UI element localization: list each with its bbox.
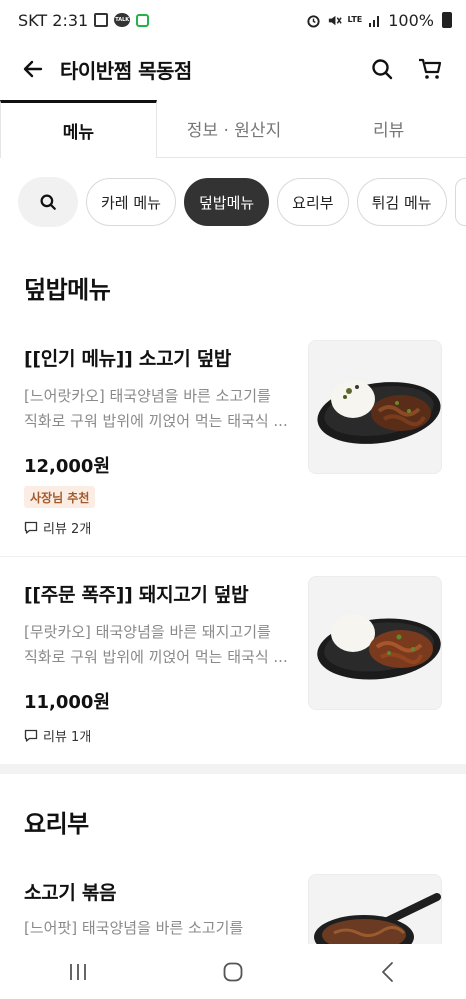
item-description: [느어팟] 태국양념을 바른 소고기를	[24, 919, 244, 937]
owner-recommend-badge: 사장님 추천	[24, 486, 96, 508]
system-nav-bar	[0, 944, 466, 999]
item-description: [무랏카오] 태국양념을 바른 돼지고기를 직화로 구워 밥위에 끼얹어 먹는 …	[24, 623, 288, 666]
section-divider	[0, 764, 466, 774]
gallery-notification-icon	[94, 13, 109, 27]
category-chips: 카레 메뉴 덮밥메뉴 요리부 튀김 메뉴	[18, 177, 466, 227]
chip-more[interactable]	[454, 178, 466, 226]
home-icon	[223, 962, 243, 981]
item-price: 11,000원	[24, 692, 111, 713]
item-price: 12,000원	[24, 456, 111, 477]
menu-item[interactable]: 소고기 볶음 [느어팟] 태국양념을 바른 소고기를	[0, 864, 466, 944]
menu-item[interactable]: [[주문 폭주]] 돼지고기 덮밥 [무랏카오] 태국양념을 바른 돼지고기를 …	[0, 566, 466, 762]
chevron-left-icon	[382, 961, 394, 982]
menu-item[interactable]: [[인기 메뉴]] 소고기 덮밥 [느어랏카오] 태국양념을 바른 소고기를 직…	[0, 330, 466, 556]
review-count: 리뷰 2개	[24, 518, 91, 537]
review-count: 리뷰 1개	[24, 726, 91, 745]
tab-menu[interactable]: 메뉴	[0, 100, 157, 158]
status-bar: SKT 2:31 TALK LTE 100%	[0, 0, 466, 40]
chip-dishes[interactable]: 요리부	[277, 178, 349, 226]
signal-icon	[369, 16, 380, 27]
home-button[interactable]	[203, 952, 263, 992]
mute-icon	[328, 15, 342, 25]
battery-icon	[442, 12, 452, 28]
divider	[0, 556, 466, 557]
section-title: 덮밥메뉴	[24, 276, 111, 304]
search-button[interactable]	[364, 51, 400, 87]
item-photo	[308, 576, 442, 710]
page-title: 타이반쩜 목동점	[60, 58, 192, 83]
item-name: [[인기 메뉴]] 소고기 덮밥	[24, 348, 232, 370]
recent-apps-button[interactable]	[48, 952, 108, 992]
recent-apps-icon	[69, 963, 86, 980]
item-name: [[주문 폭주]] 돼지고기 덮밥	[24, 584, 249, 606]
tab-bar: 메뉴 정보 · 원산지 리뷰	[0, 100, 466, 158]
section-title: 요리부	[24, 810, 89, 838]
menu-search-button[interactable]	[18, 177, 78, 227]
search-icon	[40, 194, 56, 210]
chip-curry-menu[interactable]: 카레 메뉴	[86, 178, 176, 226]
item-description: [느어랏카오] 태국양념을 바른 소고기를 직화로 구워 밥위에 끼얹어 먹는 …	[24, 387, 288, 430]
tab-reviews[interactable]: 리뷰	[311, 100, 466, 157]
item-name: 소고기 볶음	[24, 882, 117, 904]
kakaotalk-notification-icon: TALK	[114, 13, 131, 27]
app-notification-icon	[136, 13, 150, 27]
back-button[interactable]	[18, 54, 48, 84]
cart-button[interactable]	[412, 51, 448, 87]
battery-percent: 100%	[388, 10, 434, 30]
tab-info-origin[interactable]: 정보 · 원산지	[157, 100, 312, 157]
system-back-button[interactable]	[358, 952, 418, 992]
item-photo	[308, 340, 442, 474]
arrow-left-icon	[23, 60, 43, 78]
top-app-bar: 타이반쩜 목동점	[0, 40, 466, 98]
item-photo	[308, 874, 442, 944]
chip-rice-bowl-menu[interactable]: 덮밥메뉴	[183, 178, 270, 226]
search-icon	[372, 59, 393, 80]
network-type: LTE	[347, 15, 363, 24]
comment-icon	[24, 521, 38, 534]
comment-icon	[24, 729, 38, 742]
status-carrier-time: SKT 2:31	[18, 10, 89, 30]
chip-fried-menu[interactable]: 튀김 메뉴	[356, 178, 447, 226]
alarm-icon	[306, 14, 320, 28]
cart-icon	[419, 58, 442, 79]
